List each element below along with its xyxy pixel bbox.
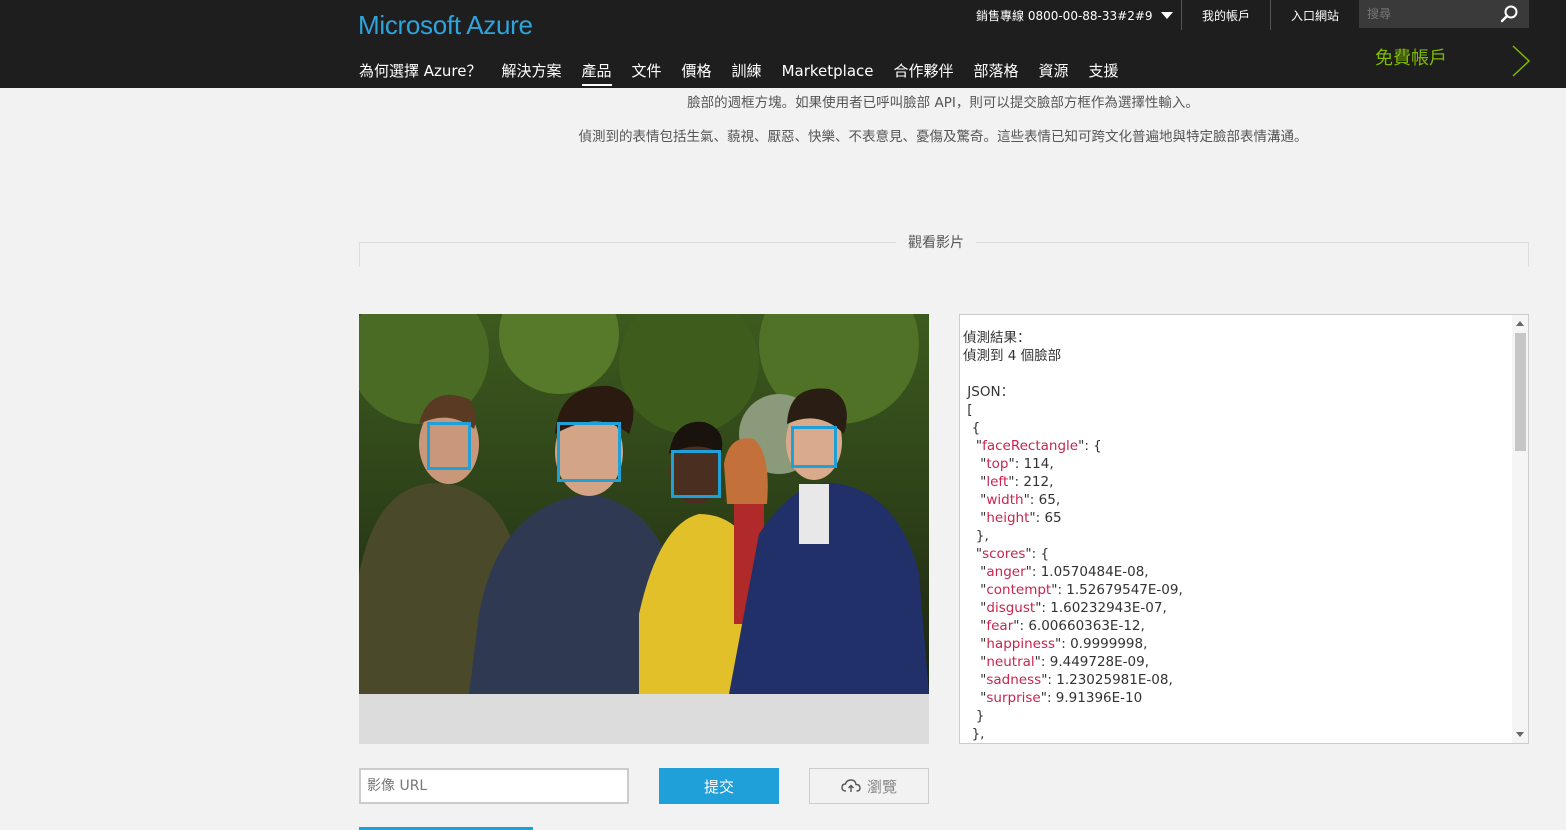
scroll-up-icon[interactable] [1516,321,1524,326]
score-key: anger [986,564,1026,580]
free-account-link[interactable]: 免費帳戶 [1375,44,1447,70]
description-paragraph: 臉部的週框方塊。如果使用者已呼叫臉部 API，則可以提交臉部方框作為選擇性輸入。 [687,95,1199,111]
sales-line-dropdown[interactable]: 銷售專線 0800-00-88-33#2#9 [976,0,1173,30]
score-key: happiness [986,636,1056,652]
nav-blog[interactable]: 部落格 [974,58,1019,84]
score-value: 1.52679547E-09 [1066,582,1179,598]
nav-products[interactable]: 產品 [581,58,612,86]
result-text: 偵測結果： 偵測到 4 個臉部 JSON： [ { "faceRectangle… [963,330,1183,742]
nav-solutions[interactable]: 解決方案 [501,58,561,84]
result-heading: 偵測結果： [963,330,1031,346]
scroll-down-icon[interactable] [1516,732,1524,737]
top-header: Microsoft Azure 銷售專線 0800-00-88-33#2#9 我… [0,0,1566,88]
nav-marketplace[interactable]: Marketplace [782,58,874,84]
nav-resources[interactable]: 資源 [1039,58,1069,84]
divider [1181,0,1182,30]
face-top-value: 114 [1023,456,1050,472]
score-key: surprise [986,690,1041,706]
score-value: 1.60232943E-07 [1050,600,1163,616]
azure-logo[interactable]: Microsoft Azure [358,10,533,41]
divider [1270,0,1271,30]
submit-button[interactable]: 提交 [659,768,779,804]
browse-label: 瀏覽 [866,777,897,796]
score-key: sadness [986,672,1042,688]
result-scrollbar[interactable] [1512,315,1528,743]
score-key: neutral [986,654,1035,670]
search-icon[interactable] [1499,4,1519,24]
face-rectangle [671,450,721,498]
nav-support[interactable]: 支援 [1089,58,1119,84]
face-rectangle [557,422,621,482]
sample-photo [359,314,929,694]
caret-down-icon [1160,11,1173,19]
score-value: 9.449728E-09 [1049,654,1145,670]
score-value: 0.9999998 [1070,636,1144,652]
nav-pricing[interactable]: 價格 [682,58,712,84]
search-input[interactable] [1367,5,1487,23]
nav-why-azure[interactable]: 為何選擇 Azure？ [359,58,481,84]
score-value: 1.0570484E-08 [1040,564,1145,580]
score-key: disgust [986,600,1036,616]
score-value: 6.00660363E-12 [1028,618,1141,634]
portal-link[interactable]: 入口網站 [1291,0,1339,30]
watch-video-link[interactable]: 觀看影片 [896,232,976,252]
nav-partners[interactable]: 合作夥伴 [893,58,953,84]
face-width-value: 65 [1038,492,1056,508]
result-count: 偵測到 4 個臉部 [963,348,1062,364]
browse-button[interactable]: 瀏覽 [809,768,929,804]
score-value: 9.91396E-10 [1055,690,1143,706]
main-nav: 為何選擇 Azure？ 解決方案 產品 文件 價格 訓練 Marketplace… [359,58,1139,86]
json-label: JSON： [967,384,1015,400]
scroll-thumb[interactable] [1515,333,1526,451]
description-paragraph: 偵測到的表情包括生氣、藐視、厭惡、快樂、不表意見、憂傷及驚奇。這些表情已知可跨文… [578,129,1308,145]
face-rectangle [427,422,471,470]
image-url-input[interactable] [359,768,629,804]
face-left-value: 212 [1023,474,1050,490]
detection-result-panel[interactable]: 偵測結果： 偵測到 4 個臉部 JSON： [ { "faceRectangle… [959,314,1529,744]
search-box [1359,0,1529,28]
sales-line-text: 銷售專線 0800-00-88-33#2#9 [976,8,1153,23]
score-key: contempt [986,582,1052,598]
nav-training[interactable]: 訓練 [732,58,762,84]
cloud-upload-icon [841,779,861,792]
my-account-link[interactable]: 我的帳戶 [1202,0,1250,30]
score-value: 1.23025981E-08 [1056,672,1169,688]
face-height-value: 65 [1044,510,1062,526]
chevron-right-icon[interactable] [1510,44,1532,78]
face-rectangle [791,426,837,468]
score-key: fear [986,618,1014,634]
nav-docs[interactable]: 文件 [632,58,662,84]
image-preview-area [359,314,929,744]
